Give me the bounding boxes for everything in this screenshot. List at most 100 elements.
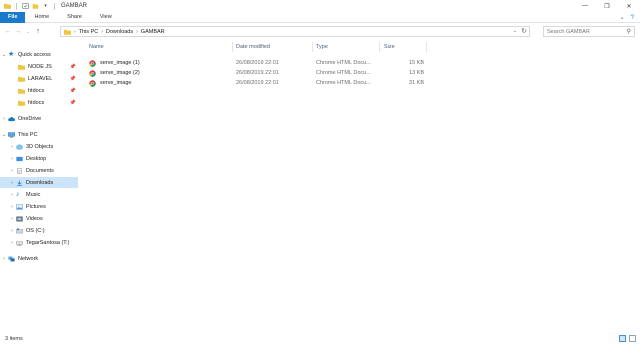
search-placeholder: Search GAMBAR xyxy=(547,28,590,35)
chrome-html-icon xyxy=(89,69,96,77)
properties-icon[interactable] xyxy=(22,3,29,9)
nav-label: htdocs xyxy=(28,99,45,106)
address-bar[interactable]: › This PC › Downloads › GAMBAR ⌄ ↻ xyxy=(60,26,530,37)
column-divider[interactable] xyxy=(379,42,380,52)
column-header-type[interactable]: Type xyxy=(316,41,328,53)
nav-item-desktop[interactable]: › Desktop xyxy=(0,153,78,164)
cube-icon xyxy=(16,143,23,150)
nav-item-pictures[interactable]: › Pictures xyxy=(0,201,78,212)
nav-item-os-c[interactable]: › OS (C:) xyxy=(0,225,78,236)
videos-icon xyxy=(16,216,23,221)
maximize-button[interactable]: ❐ xyxy=(596,0,618,12)
chevron-right-icon[interactable]: › xyxy=(8,168,16,174)
folder-icon xyxy=(18,100,25,106)
nav-item-3d-objects[interactable]: › 3D Objects xyxy=(0,141,78,152)
chevron-right-icon[interactable]: › xyxy=(8,180,16,186)
pin-icon: 📌 xyxy=(69,88,76,94)
column-divider[interactable] xyxy=(312,42,313,52)
nav-this-pc[interactable]: ⌄ This PC xyxy=(0,129,78,140)
file-name: serve_image xyxy=(100,80,132,86)
breadcrumb-this-pc[interactable]: This PC xyxy=(79,29,99,35)
back-button[interactable]: ← xyxy=(3,26,13,38)
nav-network[interactable]: › Network xyxy=(0,253,78,264)
column-divider[interactable] xyxy=(426,42,427,52)
nav-item-videos[interactable]: › Videos xyxy=(0,213,78,224)
tab-home[interactable]: Home xyxy=(25,12,58,23)
file-date: 26/08/2019 22:01 xyxy=(236,80,279,86)
document-icon xyxy=(17,167,22,174)
minimize-button[interactable]: — xyxy=(574,0,596,12)
nav-item-htdocs-2[interactable]: htdocs 📌 xyxy=(0,97,78,108)
tab-share[interactable]: Share xyxy=(58,12,91,23)
details-view-icon[interactable] xyxy=(619,335,626,342)
chevron-right-icon[interactable]: › xyxy=(8,240,16,246)
breadcrumb-gambar[interactable]: GAMBAR xyxy=(141,29,165,35)
help-button[interactable]: ? xyxy=(631,15,634,21)
column-header-name[interactable]: Name xyxy=(89,41,104,53)
chevron-right-icon[interactable]: › xyxy=(8,192,16,198)
folder-icon xyxy=(18,88,25,94)
chevron-right-icon[interactable]: › xyxy=(8,216,16,222)
up-button[interactable]: ↑ xyxy=(33,26,43,38)
download-icon xyxy=(17,180,22,186)
breadcrumb-downloads[interactable]: Downloads xyxy=(106,29,133,35)
column-header-size[interactable]: Size xyxy=(384,41,395,53)
chevron-right-icon[interactable]: › xyxy=(8,228,16,234)
forward-button[interactable]: → xyxy=(13,26,23,38)
chevron-down-icon[interactable]: ⌄ xyxy=(0,132,8,138)
breadcrumb-separator: › xyxy=(101,28,103,35)
nav-quick-access[interactable]: ⌄ ★ Quick access xyxy=(0,49,78,60)
file-type: Chrome HTML Docu... xyxy=(316,70,371,76)
chevron-right-icon[interactable]: › xyxy=(0,256,8,262)
tab-view[interactable]: View xyxy=(91,12,121,23)
chevron-right-icon[interactable]: › xyxy=(0,116,8,122)
column-divider[interactable] xyxy=(232,42,233,52)
close-button[interactable]: ✕ xyxy=(618,0,640,12)
breadcrumb-separator: › xyxy=(136,28,138,35)
nav-item-laravel[interactable]: LARAVEL 📌 xyxy=(0,73,78,84)
pictures-icon xyxy=(16,203,23,210)
nav-item-downloads[interactable]: › Downloads xyxy=(0,177,78,188)
nav-label: Documents xyxy=(26,167,54,174)
tab-file[interactable]: File xyxy=(0,11,26,23)
expand-ribbon-button[interactable]: ⌄ xyxy=(620,14,625,21)
chevron-down-icon[interactable]: ⌄ xyxy=(0,52,8,58)
network-drive-icon xyxy=(16,240,23,246)
customize-toolbar-icon[interactable]: ▾ xyxy=(42,3,49,9)
nav-label: htdocs xyxy=(28,87,45,94)
quick-access-toolbar: ▾ xyxy=(0,0,57,12)
nav-label: TegarSantosa (T:) xyxy=(26,239,70,246)
nav-onedrive[interactable]: › OneDrive xyxy=(0,113,78,124)
nav-label: 3D Objects xyxy=(26,143,54,150)
nav-label: LARAVEL xyxy=(28,75,53,82)
chevron-right-icon[interactable]: › xyxy=(8,204,16,210)
nav-label: OS (C:) xyxy=(26,227,45,234)
new-folder-icon[interactable] xyxy=(32,3,39,9)
file-date: 26/08/2019 22:01 xyxy=(236,70,279,76)
search-input[interactable]: Search GAMBAR ⚲ xyxy=(543,26,635,37)
nav-item-node-js[interactable]: NODE JS 📌 xyxy=(0,61,78,72)
file-row[interactable]: serve_image (2) 26/08/2019 22:01 Chrome … xyxy=(86,68,428,78)
chevron-down-icon[interactable]: ⌄ xyxy=(513,28,517,34)
nav-item-music[interactable]: › ♪ Music xyxy=(0,189,78,200)
chevron-right-icon[interactable]: › xyxy=(8,144,16,150)
nav-label: Pictures xyxy=(26,203,46,210)
file-type: Chrome HTML Docu... xyxy=(316,80,371,86)
nav-item-documents[interactable]: › Documents xyxy=(0,165,78,176)
file-row[interactable]: serve_image 26/08/2019 22:01 Chrome HTML… xyxy=(86,78,428,88)
nav-item-tegarsantosa-t[interactable]: › TegarSantosa (T:) xyxy=(0,237,78,248)
desktop-icon xyxy=(16,156,23,161)
nav-label: Desktop xyxy=(26,155,47,162)
pin-icon: 📌 xyxy=(69,76,76,82)
column-header-date[interactable]: Date modified xyxy=(236,41,270,53)
pin-icon: 📌 xyxy=(69,64,76,70)
large-icons-view-icon[interactable] xyxy=(629,335,636,342)
refresh-icon[interactable]: ↻ xyxy=(521,27,527,35)
recent-locations-button[interactable]: ⌄ xyxy=(23,26,33,38)
chevron-right-icon[interactable]: › xyxy=(8,156,16,162)
file-row[interactable]: serve_image (1) 26/08/2019 22:01 Chrome … xyxy=(86,58,428,68)
toolbar-divider xyxy=(54,2,55,10)
window-controls: — ❐ ✕ xyxy=(574,0,640,12)
cloud-icon xyxy=(8,116,15,121)
nav-item-htdocs[interactable]: htdocs 📌 xyxy=(0,85,78,96)
